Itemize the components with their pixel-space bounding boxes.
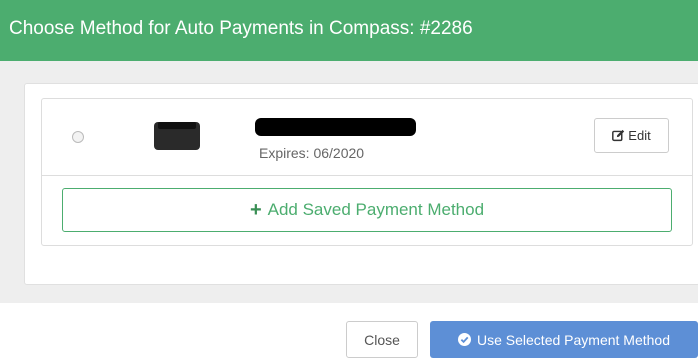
add-saved-payment-method-button[interactable]: + Add Saved Payment Method bbox=[62, 188, 672, 232]
close-button-label: Close bbox=[364, 331, 400, 348]
use-button-label: Use Selected Payment Method bbox=[477, 331, 670, 348]
edit-icon bbox=[612, 129, 625, 142]
check-circle-icon bbox=[458, 333, 471, 346]
edit-button-label: Edit bbox=[628, 128, 651, 143]
radio-icon[interactable] bbox=[72, 131, 84, 143]
add-button-label: Add Saved Payment Method bbox=[267, 200, 485, 219]
payment-method-list: Expires: 06/2020 Edit + Add Saved Paymen… bbox=[41, 98, 693, 246]
modal-title: Choose Method for Auto Payments in Compa… bbox=[9, 18, 473, 39]
payment-method-row[interactable]: Expires: 06/2020 Edit bbox=[42, 99, 692, 176]
plus-icon: + bbox=[249, 199, 262, 221]
card-expiry: Expires: 06/2020 bbox=[259, 145, 365, 161]
use-selected-payment-method-button[interactable]: Use Selected Payment Method bbox=[430, 321, 698, 358]
modal-header: Choose Method for Auto Payments in Compa… bbox=[0, 0, 698, 61]
card-brand-logo-redacted bbox=[154, 122, 200, 150]
card-name-redacted bbox=[255, 118, 416, 136]
close-button[interactable]: Close bbox=[346, 321, 418, 358]
edit-button[interactable]: Edit bbox=[594, 118, 669, 153]
